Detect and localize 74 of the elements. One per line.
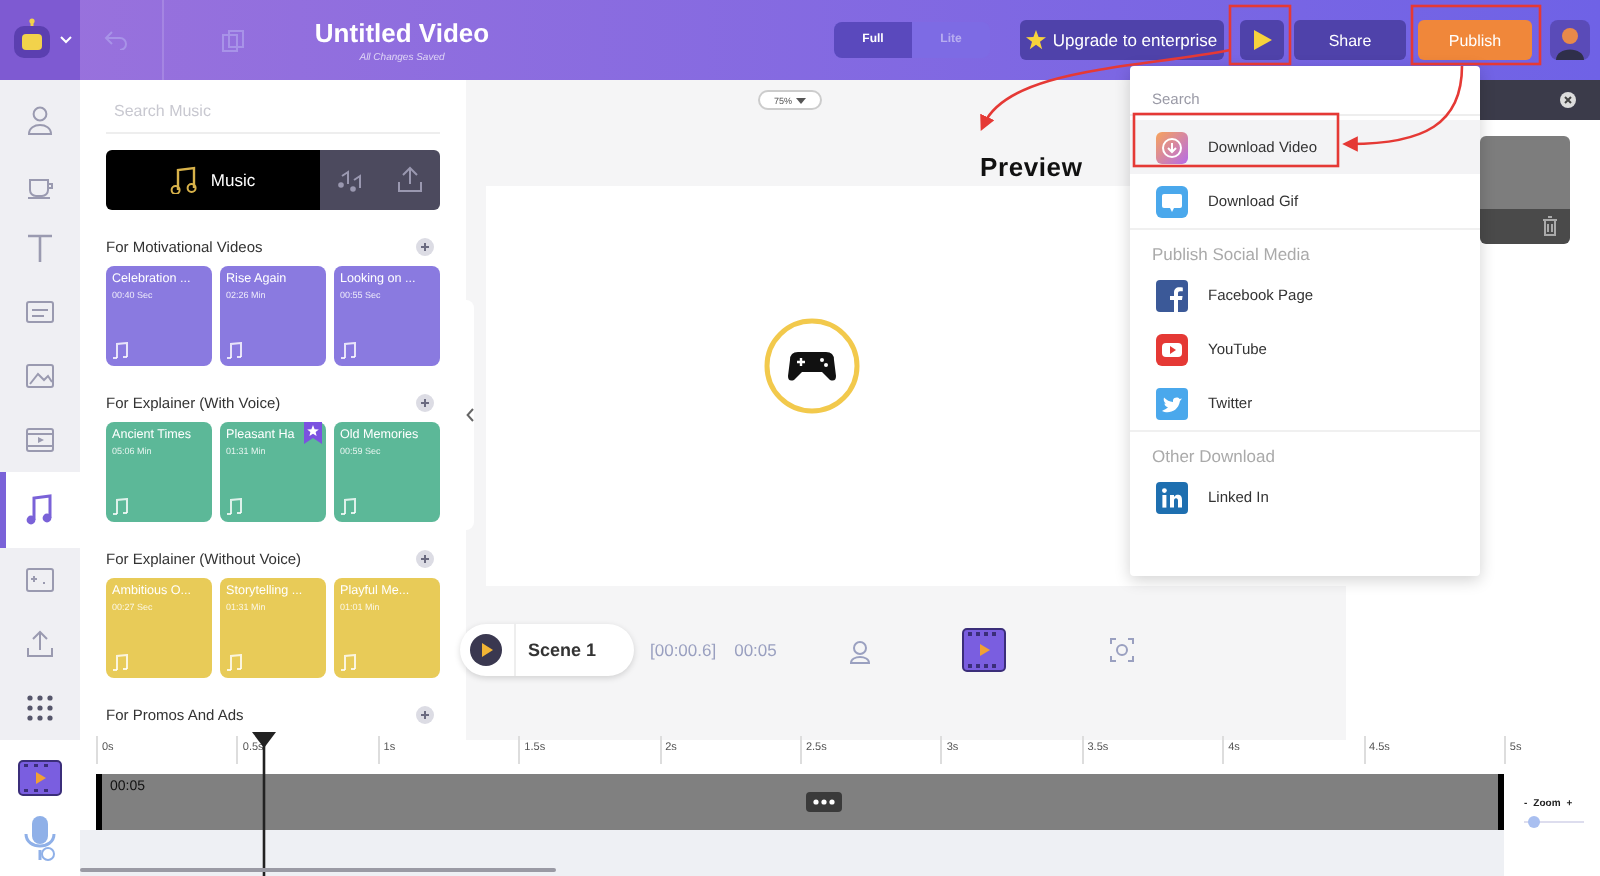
game-controller-icon	[762, 316, 862, 416]
copy-icon[interactable]	[222, 29, 244, 51]
avatar-icon[interactable]	[1550, 20, 1590, 60]
highlight-frame	[1410, 4, 1542, 66]
character-icon	[24, 104, 56, 136]
play-icon	[1253, 30, 1271, 50]
music-note-icon	[226, 342, 242, 360]
video-track-icon	[18, 760, 62, 796]
download-icon	[1156, 131, 1188, 163]
slider-thumb[interactable]	[1527, 816, 1539, 828]
panel-icon	[24, 296, 56, 328]
upgrade-button[interactable]: Upgrade to enterprise	[1020, 20, 1224, 60]
menu-heading: Other Download	[1130, 430, 1480, 470]
trash-icon[interactable]	[1542, 216, 1558, 236]
scene-name: Scene 1	[514, 624, 597, 676]
text-tool-icon	[24, 232, 56, 264]
close-icon[interactable]	[1560, 92, 1576, 108]
music-note-icon	[24, 494, 56, 526]
chevron-down-icon	[59, 36, 71, 44]
scene-start-time: [00:00.6]	[650, 640, 717, 660]
upload-icon	[396, 166, 424, 194]
caret-icon	[796, 97, 806, 103]
highlight-frame	[1228, 4, 1292, 66]
music-note-icon	[226, 498, 242, 516]
upload-icon	[24, 628, 56, 660]
music-note-icon	[340, 342, 356, 360]
annotation-label: Preview	[980, 152, 1083, 182]
music-note-icon	[170, 166, 199, 194]
youtube-icon	[1156, 333, 1188, 365]
more-icon[interactable]	[806, 792, 842, 812]
scene-duration: 00:05	[734, 640, 777, 660]
music-note-icon	[340, 654, 356, 672]
undo-icon[interactable]	[104, 30, 128, 50]
add-icon[interactable]	[416, 237, 434, 255]
facebook-icon	[1156, 279, 1188, 311]
music-tab[interactable]: Music	[106, 150, 320, 210]
star-icon	[1026, 30, 1047, 50]
focus-icon[interactable]	[1110, 638, 1135, 662]
play-icon[interactable]	[470, 634, 502, 666]
app-menu-button[interactable]	[0, 0, 80, 80]
image-icon	[24, 360, 56, 392]
character-icon[interactable]	[848, 637, 873, 663]
music-tab[interactable]	[380, 150, 440, 210]
video-title: Untitled Video	[314, 17, 490, 47]
grid-icon	[24, 692, 56, 724]
menu-heading: Publish Social Media	[1130, 228, 1480, 268]
music-tab[interactable]	[320, 150, 380, 210]
linkedin-icon	[1156, 481, 1188, 513]
twitter-icon	[1156, 387, 1188, 419]
video-clip-icon[interactable]	[962, 628, 1007, 672]
thumbnail-card[interactable]	[1480, 136, 1570, 244]
music-note-icon	[112, 342, 128, 360]
add-icon[interactable]	[416, 393, 434, 411]
frame-plus-icon	[24, 564, 56, 596]
share-button[interactable]: Share	[1294, 20, 1406, 60]
scrollbar[interactable]	[80, 868, 556, 872]
annotation-arrow	[1342, 65, 1464, 152]
add-icon[interactable]	[416, 549, 434, 567]
music-note-icon	[340, 498, 356, 516]
gif-icon	[1156, 185, 1188, 217]
zoom-slider[interactable]	[1524, 816, 1584, 828]
microphone-icon	[22, 816, 58, 864]
add-icon[interactable]	[416, 705, 434, 723]
scene-selector[interactable]: Scene 1	[460, 624, 634, 676]
video-icon	[24, 424, 56, 456]
sidebar-tab[interactable]	[0, 472, 80, 548]
music-note-icon	[112, 498, 128, 516]
audio-track[interactable]	[80, 830, 1504, 876]
music-note-icon	[112, 654, 128, 672]
chevron-left-icon	[466, 408, 474, 422]
robot-logo-icon	[9, 18, 53, 62]
music-notes-icon	[336, 166, 364, 194]
preview-button[interactable]	[1240, 20, 1284, 60]
music-note-icon	[226, 654, 242, 672]
